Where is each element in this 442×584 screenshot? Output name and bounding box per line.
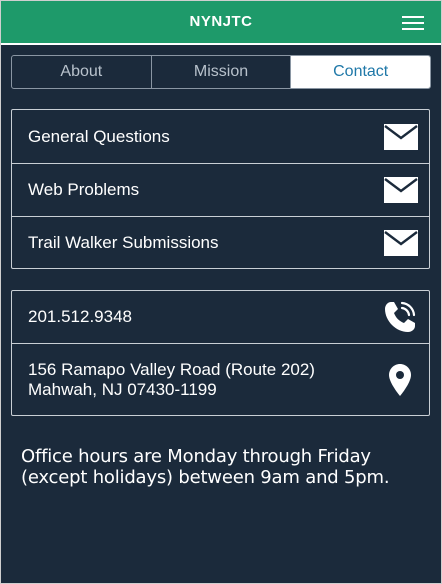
envelope-icon bbox=[384, 229, 418, 256]
tab-about[interactable]: About bbox=[12, 56, 151, 88]
tab-contact[interactable]: Contact bbox=[290, 56, 430, 88]
contact-info-list: 201.512.9348 156 Ramapo Valley Road (Rou… bbox=[11, 290, 430, 416]
list-item-label: General Questions bbox=[28, 126, 170, 146]
tab-mission[interactable]: Mission bbox=[150, 56, 291, 88]
phone-row[interactable]: 201.512.9348 bbox=[12, 291, 429, 343]
app-title: NYNJTC bbox=[189, 13, 253, 30]
envelope-icon bbox=[384, 123, 418, 150]
phone-icon bbox=[382, 299, 418, 335]
map-pin-icon bbox=[389, 363, 411, 396]
phone-number: 201.512.9348 bbox=[28, 307, 132, 326]
address-line-1: 156 Ramapo Valley Road (Route 202) bbox=[28, 359, 315, 379]
list-item-general-questions[interactable]: General Questions bbox=[12, 110, 429, 163]
office-hours-text: Office hours are Monday through Friday (… bbox=[21, 446, 390, 488]
email-contact-list: General Questions Web Problems Trail Wal… bbox=[11, 109, 430, 269]
address-line-2: Mahwah, NJ 07430-1199 bbox=[28, 379, 217, 399]
list-item-label: Trail Walker Submissions bbox=[28, 232, 219, 252]
address-row[interactable]: 156 Ramapo Valley Road (Route 202) Mahwa… bbox=[12, 343, 429, 415]
tab-bar: About Mission Contact bbox=[11, 55, 431, 89]
list-item-web-problems[interactable]: Web Problems bbox=[12, 163, 429, 216]
list-item-label: Web Problems bbox=[28, 180, 140, 199]
hamburger-menu-icon[interactable] bbox=[402, 14, 426, 32]
envelope-icon bbox=[384, 177, 418, 203]
address-block: 156 Ramapo Valley Road (Route 202) Mahwa… bbox=[28, 360, 315, 400]
list-item-trail-walker-submissions[interactable]: Trail Walker Submissions bbox=[12, 216, 429, 268]
app-header: NYNJTC bbox=[0, 0, 442, 45]
